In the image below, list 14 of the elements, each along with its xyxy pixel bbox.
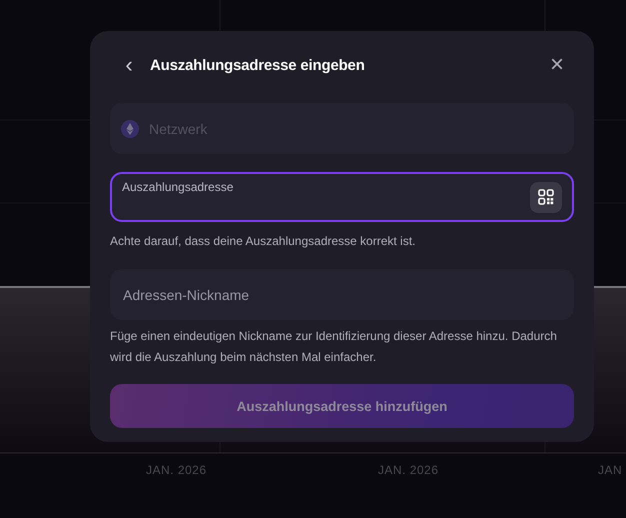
axis-label: JAN. 2026 [146, 463, 207, 477]
nickname-field[interactable]: Adressen-Nickname [110, 269, 574, 320]
qr-code-icon [538, 189, 554, 205]
address-field[interactable]: Auszahlungsadresse [110, 172, 574, 222]
axis-label: JAN. 2026 [378, 463, 439, 477]
hint-text: Füge einen eindeutigen Nickname zur Identifizierung dieser Adresse hinzu. Dadurch wird die Auszahlung beim nächsten Mal einfacher. [110, 328, 558, 366]
nickname-input[interactable]: Adressen-Nickname [121, 286, 563, 304]
hint-text: Achte darauf, dass deine Auszahlungsadresse korrekt ist. [110, 233, 417, 250]
axis-label: JAN [598, 463, 622, 477]
close-button[interactable]: × [550, 54, 564, 76]
qr-code-button[interactable] [530, 182, 562, 212]
back-button[interactable]: ‹ [118, 54, 140, 76]
dialog-title: Auszahlungsadresse eingeben [150, 56, 366, 74]
ethereum-icon [121, 120, 139, 138]
